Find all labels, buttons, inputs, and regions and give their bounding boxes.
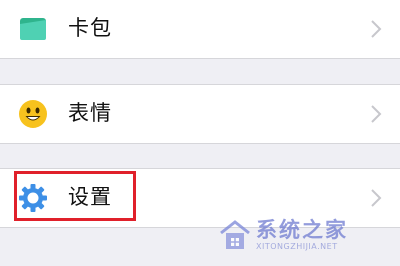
divider [0, 58, 400, 59]
chevron-right-icon [370, 104, 382, 124]
watermark: 系统之家 XITONGZHIJIA.NET [218, 212, 390, 252]
emoji-smile-icon [18, 99, 48, 129]
watermark-url: XITONGZHIJIA.NET [256, 242, 338, 251]
menu-item-label: 表情 [68, 101, 112, 125]
settings-highlight-box [14, 171, 136, 221]
watermark-title: 系统之家 [256, 218, 348, 242]
menu-item-card-wallet[interactable]: 卡包 [0, 0, 400, 58]
chevron-right-icon [370, 188, 382, 208]
watermark-text-block: 系统之家 XITONGZHIJIA.NET [256, 218, 348, 252]
divider [0, 143, 400, 144]
system-home-logo-icon [218, 218, 252, 252]
settings-menu-screen: 卡包 表情 设置 系统之家 XITONGZHIJIA.NET [0, 0, 400, 266]
card-wallet-icon [18, 14, 48, 44]
menu-item-label: 卡包 [68, 16, 112, 40]
menu-item-emoji[interactable]: 表情 [0, 85, 400, 143]
chevron-right-icon [370, 19, 382, 39]
